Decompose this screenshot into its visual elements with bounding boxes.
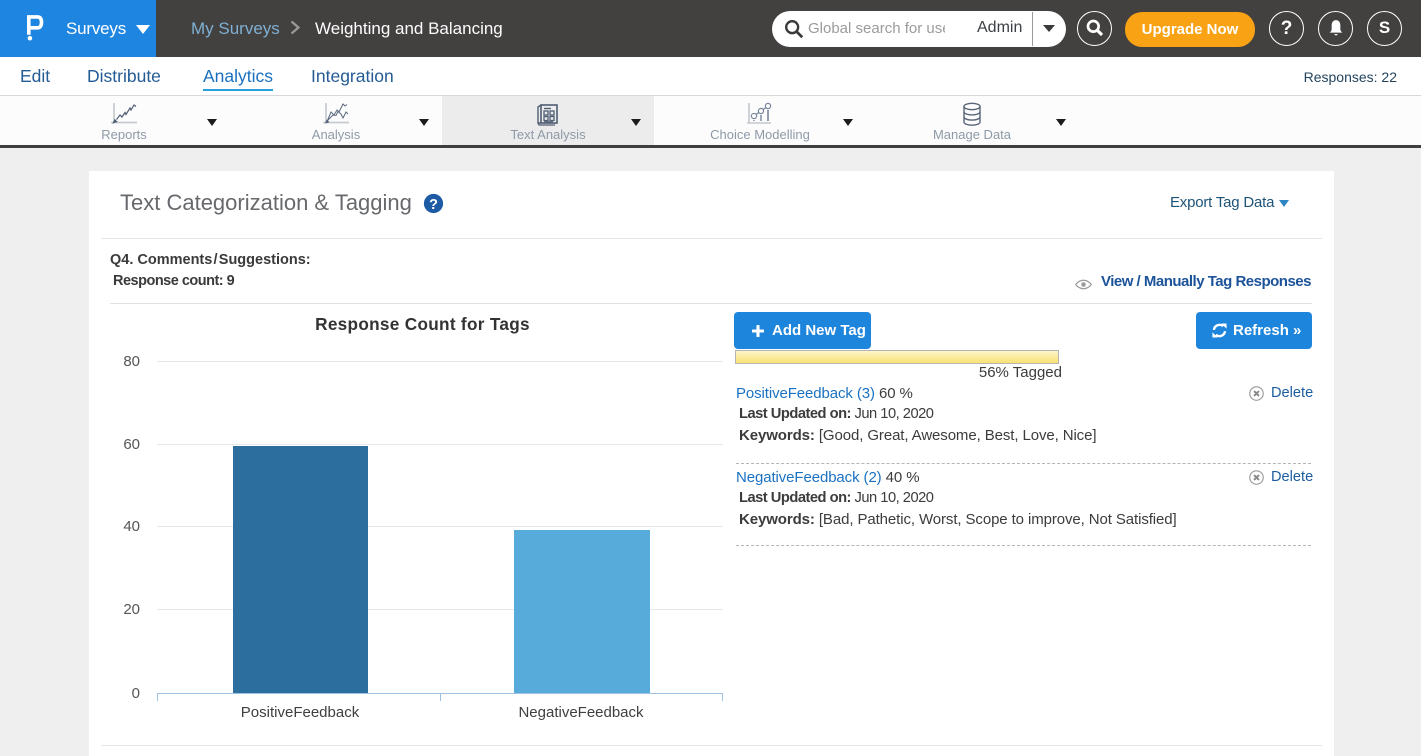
svg-text:?: ? (429, 197, 438, 213)
